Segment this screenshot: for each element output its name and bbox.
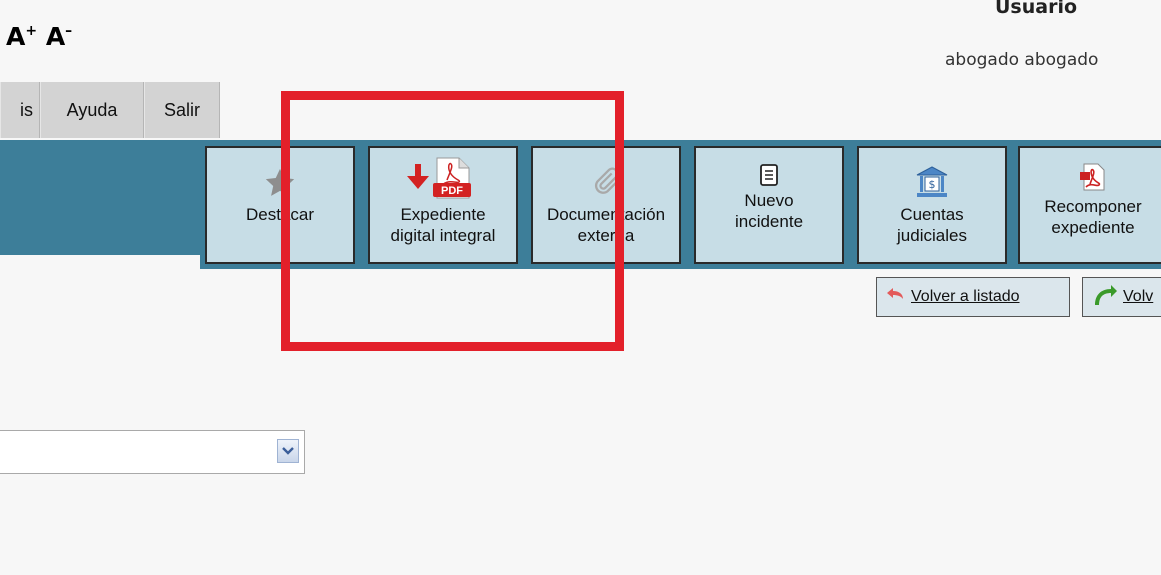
font-increase-label: A	[6, 22, 26, 51]
menu-tab-partial[interactable]: is	[0, 82, 40, 138]
user-name: abogado abogado	[945, 50, 1099, 70]
menu-tab-salir[interactable]: Salir	[144, 82, 220, 138]
cuentas-label: Cuentas judiciales	[897, 205, 967, 245]
up-arrow-icon	[1091, 283, 1117, 312]
svg-text:$: $	[929, 178, 936, 191]
user-heading: Usuario	[995, 0, 1078, 18]
paperclip-icon	[589, 158, 623, 200]
font-increase-button[interactable]: A+	[6, 22, 37, 51]
font-decrease-button[interactable]: A–	[46, 22, 72, 51]
destacar-button[interactable]: Destacar	[205, 146, 355, 264]
expediente-label: Expediente digital integral	[390, 205, 496, 245]
star-icon	[263, 158, 297, 200]
volver-a-listado-label: Volver a listado	[911, 288, 1020, 305]
menu-tab-label: Ayuda	[66, 99, 118, 120]
documentacion-externa-button[interactable]: Documentación externa	[531, 146, 681, 264]
menu-tab-label: is	[20, 99, 33, 120]
pdf-file-icon	[1078, 158, 1108, 192]
recomponer-expediente-button[interactable]: Recomponer expediente	[1018, 146, 1161, 264]
documentacion-label: Documentación externa	[546, 205, 666, 245]
menu-tab-ayuda[interactable]: Ayuda	[40, 82, 144, 138]
font-increase-sign: +	[25, 23, 38, 39]
expediente-digital-button[interactable]: PDF Expediente digital integral	[368, 146, 518, 264]
cuentas-judiciales-button[interactable]: $ Cuentas judiciales	[857, 146, 1007, 264]
font-decrease-sign: –	[65, 23, 73, 39]
volver-button[interactable]: Volv	[1082, 277, 1161, 317]
nuevo-incidente-label: Nuevo incidente	[734, 191, 804, 231]
volver-label: Volv	[1123, 288, 1154, 305]
destacar-label: Destacar	[245, 205, 315, 224]
recomponer-label: Recomponer expediente	[1044, 197, 1142, 237]
volver-a-listado-button[interactable]: Volver a listado	[876, 277, 1070, 317]
font-size-controls: A+ A–	[6, 22, 72, 51]
svg-text:PDF: PDF	[441, 185, 463, 197]
nuevo-incidente-button[interactable]: Nuevo incidente	[694, 146, 844, 264]
pdf-download-icon: PDF	[403, 157, 483, 200]
font-decrease-label: A	[45, 22, 66, 51]
bank-icon: $	[914, 158, 950, 200]
return-arrow-icon	[885, 287, 905, 308]
band-cutout	[0, 255, 200, 270]
menu-tab-label: Salir	[163, 99, 200, 120]
filter-select[interactable]	[0, 430, 305, 474]
document-icon	[759, 158, 779, 186]
chevron-down-icon[interactable]	[277, 439, 299, 463]
